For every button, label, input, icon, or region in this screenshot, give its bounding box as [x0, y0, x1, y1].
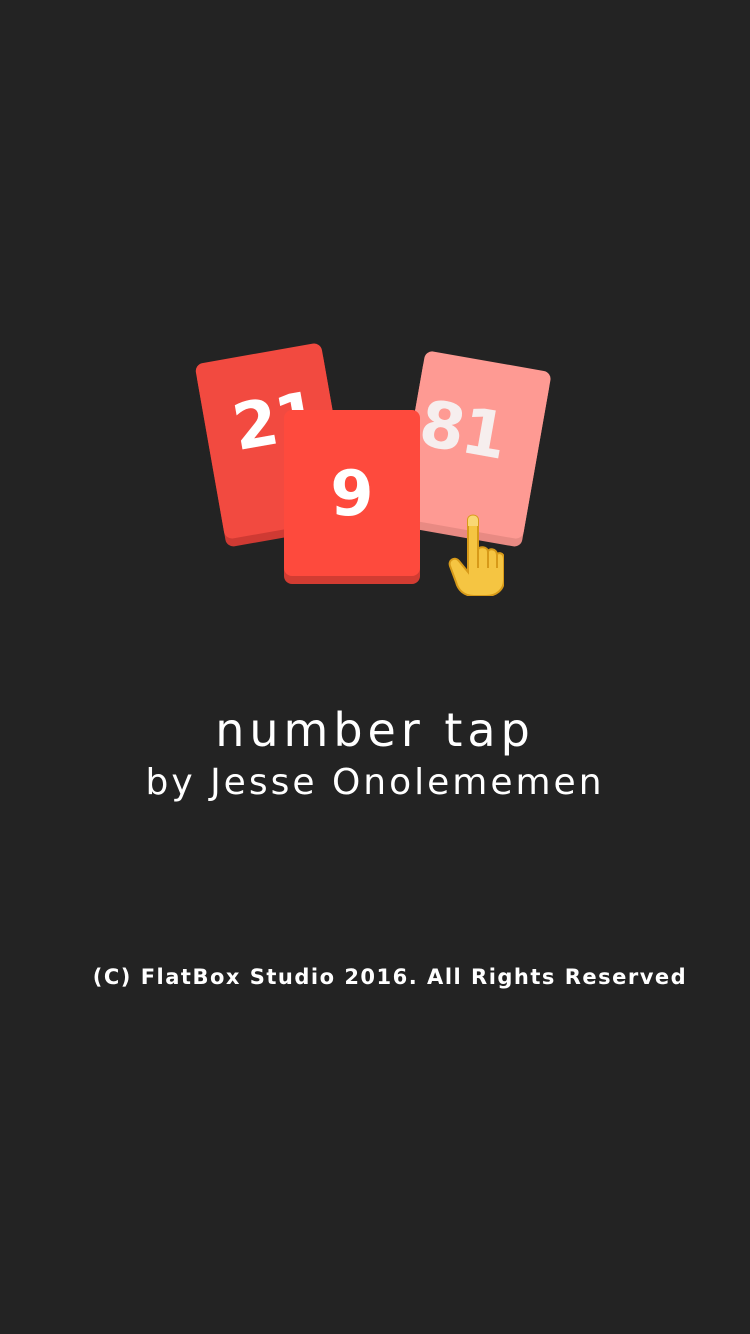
splash-screen: 21 81 9 number tap by Jesse Onolememen (…: [0, 0, 750, 1334]
author-credit: by Jesse Onolememen: [145, 762, 605, 803]
app-title: number tap: [215, 703, 535, 757]
pointing-hand-icon: [448, 514, 504, 596]
copyright-notice: (C) FlatBox Studio 2016. All Rights Rese…: [92, 965, 688, 989]
logo-card-middle: 9: [284, 410, 420, 576]
logo-card-middle-number: 9: [330, 456, 374, 530]
app-logo: 21 81 9: [190, 330, 560, 610]
logo-card-right-number: 81: [413, 386, 511, 475]
